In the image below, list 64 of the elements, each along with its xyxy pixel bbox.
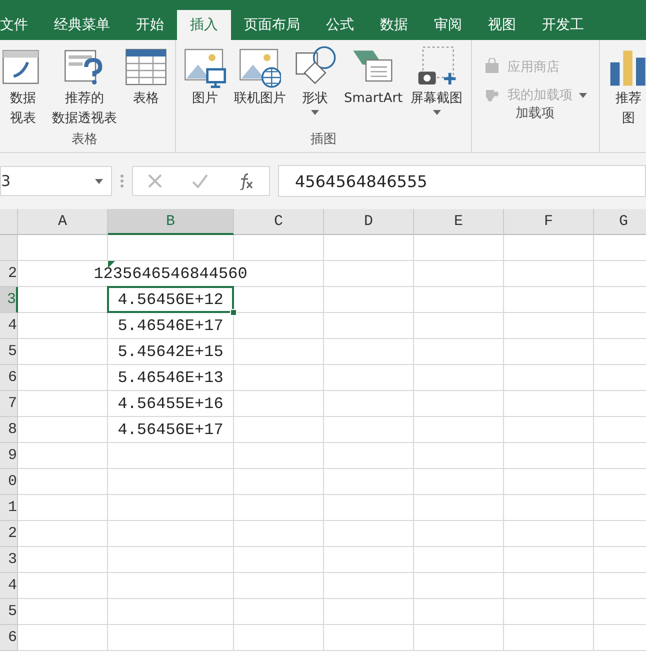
column-header[interactable]: G	[594, 209, 646, 235]
ribbon-tab[interactable]: 开始	[123, 10, 177, 40]
row-header[interactable]: 6	[0, 625, 18, 651]
table-cell: 4.56456E+12	[108, 287, 234, 313]
row-header[interactable]: 2	[0, 521, 18, 547]
ribbon-button[interactable]: 数据 视表	[0, 46, 46, 130]
grip-icon	[120, 174, 124, 188]
row-header[interactable]: 1	[0, 495, 18, 521]
column-header[interactable]: B	[108, 209, 234, 235]
column-header[interactable]: C	[234, 209, 324, 235]
row-header[interactable]: 0	[0, 469, 18, 495]
ribbon-tab[interactable]: 文件	[0, 10, 41, 40]
row-header[interactable]: 2	[0, 261, 18, 287]
group-label: 表格	[70, 131, 98, 149]
ribbon-tab[interactable]: 开发工	[529, 10, 597, 40]
ribbon-tab[interactable]: 审阅	[421, 10, 475, 40]
row-header[interactable]: 5	[0, 339, 18, 365]
column-header[interactable]: D	[324, 209, 414, 235]
ribbon-tab[interactable]: 数据	[367, 10, 421, 40]
table-cell: 5.45642E+15	[108, 339, 234, 365]
column-header[interactable]: A	[18, 209, 108, 235]
ribbon-tab[interactable]: 视图	[475, 10, 529, 40]
row-header[interactable]: 3	[0, 287, 18, 313]
row-header[interactable]: 7	[0, 391, 18, 417]
row-header[interactable]: 5	[0, 599, 18, 625]
table-icon	[125, 46, 167, 88]
cancel-icon[interactable]	[147, 173, 163, 189]
caret-icon	[95, 178, 103, 184]
ribbon-button[interactable]: 联机图片	[232, 46, 288, 130]
row-header[interactable]: 8	[0, 417, 18, 443]
group-label: 插图	[309, 131, 338, 149]
row-header[interactable]: 4	[0, 573, 18, 599]
row-header[interactable]: 4	[0, 313, 18, 339]
online-picture-icon	[239, 46, 281, 88]
table-cell: 1235646546844560	[18, 261, 324, 287]
ribbon-tab[interactable]: 公式	[313, 10, 367, 40]
ribbon-button[interactable]: 表格	[123, 46, 169, 130]
table-cell: 4.56455E+16	[108, 391, 234, 417]
formula-field[interactable]: 4564564846555	[278, 165, 646, 197]
function-icon[interactable]	[237, 172, 255, 190]
table-cell: 5.46546E+17	[108, 313, 234, 339]
picture-icon	[184, 46, 226, 88]
group-label: 加载项	[514, 105, 556, 123]
ribbon-button[interactable]: 推荐的 数据透视表	[50, 46, 119, 130]
ribbon-button[interactable]: 形状	[292, 46, 338, 130]
select-all-corner[interactable]	[0, 209, 18, 235]
row-header[interactable]: 3	[0, 547, 18, 573]
ribbon-tab[interactable]: 经典菜单	[41, 10, 123, 40]
ribbon-button[interactable]: 图片	[182, 46, 228, 130]
row-header[interactable]	[0, 235, 18, 261]
row-header[interactable]: 9	[0, 443, 18, 469]
name-box[interactable]: 3	[0, 166, 112, 196]
table-cell: 5.46546E+13	[108, 365, 234, 391]
ribbon-tab[interactable]: 插入	[177, 10, 231, 40]
ribbon-button[interactable]: 屏幕截图	[408, 46, 465, 130]
check-icon[interactable]	[191, 173, 209, 189]
column-header[interactable]: E	[414, 209, 504, 235]
ribbon-button[interactable]: SmartArt	[342, 46, 405, 130]
column-header[interactable]: F	[504, 209, 594, 235]
table-cell: 4.56456E+17	[108, 417, 234, 443]
fill-handle[interactable]	[230, 309, 237, 316]
ribbon-tab[interactable]: 页面布局	[231, 10, 313, 40]
ribbon-button[interactable]: 推荐 图	[606, 46, 646, 130]
row-header[interactable]: 6	[0, 365, 18, 391]
